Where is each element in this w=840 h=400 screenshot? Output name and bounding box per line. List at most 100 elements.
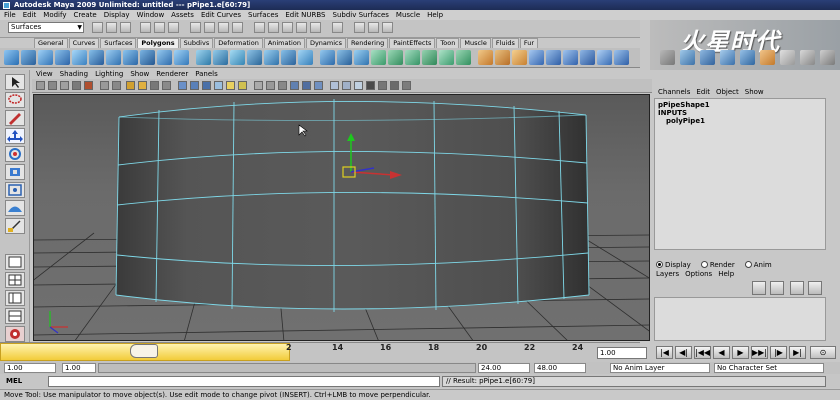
new-empty-layer-icon[interactable] bbox=[790, 281, 804, 295]
input-line-icon[interactable] bbox=[332, 22, 343, 33]
perspective-viewport[interactable] bbox=[33, 94, 650, 341]
tab-muscle[interactable]: Muscle bbox=[460, 38, 491, 48]
menu-display[interactable]: Display bbox=[104, 10, 130, 20]
select-object-icon[interactable] bbox=[154, 22, 165, 33]
tab-animation[interactable]: Animation bbox=[263, 38, 305, 48]
union-icon[interactable] bbox=[264, 50, 279, 65]
four-pane-layout-icon[interactable] bbox=[5, 272, 25, 288]
shadows-icon[interactable] bbox=[238, 81, 247, 90]
collapse-icon[interactable] bbox=[512, 50, 527, 65]
grid-toggle-icon[interactable] bbox=[84, 81, 93, 90]
xray-joints-icon[interactable] bbox=[302, 81, 311, 90]
attribute-editor-toggle-icon[interactable] bbox=[368, 22, 379, 33]
persp-graph-layout-icon[interactable] bbox=[5, 308, 25, 324]
bridge-icon[interactable] bbox=[388, 50, 403, 65]
film-gate-icon[interactable] bbox=[100, 81, 109, 90]
motion-blur-icon[interactable] bbox=[354, 81, 363, 90]
panel-menu-panels[interactable]: Panels bbox=[195, 70, 218, 79]
tab-fluids[interactable]: Fluids bbox=[491, 38, 519, 48]
anim-layer-dropdown[interactable]: No Anim Layer bbox=[610, 363, 710, 373]
viewport-extra-icon-2[interactable] bbox=[390, 81, 399, 90]
layer-mode-render[interactable]: Render bbox=[700, 261, 735, 269]
safe-title-icon[interactable] bbox=[162, 81, 171, 90]
go-to-start-icon[interactable]: |◀ bbox=[656, 346, 673, 359]
shelf-extra-icon-4[interactable] bbox=[720, 50, 735, 65]
poly-cylinder-icon[interactable] bbox=[38, 50, 53, 65]
step-forward-frame-icon[interactable]: |▶ bbox=[770, 346, 787, 359]
xray-icon[interactable] bbox=[254, 81, 263, 90]
radio-render[interactable] bbox=[700, 261, 708, 268]
single-pane-layout-icon[interactable] bbox=[5, 254, 25, 270]
cb-menu-channels[interactable]: Channels bbox=[658, 88, 690, 97]
shelf-extra-icon-7[interactable] bbox=[800, 50, 815, 65]
camera-attributes-icon[interactable] bbox=[48, 81, 57, 90]
select-camera-icon[interactable] bbox=[36, 81, 45, 90]
field-chart-icon[interactable] bbox=[138, 81, 147, 90]
cb-node-name[interactable]: pPipeShape1 bbox=[658, 101, 822, 109]
menu-edit-curves[interactable]: Edit Curves bbox=[201, 10, 241, 20]
layer-menu-layers[interactable]: Layers bbox=[656, 270, 679, 278]
new-scene-icon[interactable] bbox=[92, 22, 103, 33]
menu-help[interactable]: Help bbox=[427, 10, 443, 20]
menu-modify[interactable]: Modify bbox=[43, 10, 66, 20]
tab-surfaces[interactable]: Surfaces bbox=[100, 38, 137, 48]
tab-toon[interactable]: Toon bbox=[436, 38, 460, 48]
go-to-end-icon[interactable]: ▶| bbox=[789, 346, 806, 359]
snap-point-icon[interactable] bbox=[218, 22, 229, 33]
offset-edge-loop-icon[interactable] bbox=[456, 50, 471, 65]
xray-components-icon[interactable] bbox=[314, 81, 323, 90]
multisample-icon[interactable] bbox=[330, 81, 339, 90]
scale-tool-icon[interactable] bbox=[5, 164, 25, 180]
shelf-extra-icon-8[interactable] bbox=[820, 50, 835, 65]
shelf-extra-icon-2[interactable] bbox=[680, 50, 695, 65]
shelf-extra-icon-5[interactable] bbox=[740, 50, 755, 65]
shelf-extra-icon-6[interactable] bbox=[760, 50, 775, 65]
planar-map-icon[interactable] bbox=[546, 50, 561, 65]
tool-settings-toggle-icon[interactable] bbox=[382, 22, 393, 33]
cb-menu-edit[interactable]: Edit bbox=[696, 88, 710, 97]
soft-mod-tool-icon[interactable] bbox=[5, 200, 25, 216]
end-time-field[interactable]: 48.00 bbox=[534, 363, 586, 373]
menu-subdiv-surfaces[interactable]: Subdiv Surfaces bbox=[333, 10, 389, 20]
play-forwards-icon[interactable]: ▶ bbox=[732, 346, 749, 359]
start-time-field[interactable]: 1.00 bbox=[4, 363, 56, 373]
snap-curve-icon[interactable] bbox=[204, 22, 215, 33]
tab-deformation[interactable]: Deformation bbox=[214, 38, 263, 48]
layer-list[interactable] bbox=[654, 297, 826, 341]
menu-set-dropdown[interactable]: Surfaces ▼ bbox=[8, 22, 84, 33]
show-manipulator-icon[interactable] bbox=[5, 218, 25, 234]
sew-uv-icon[interactable] bbox=[614, 50, 629, 65]
layer-menu-help[interactable]: Help bbox=[718, 270, 734, 278]
menu-assets[interactable]: Assets bbox=[171, 10, 194, 20]
rotate-tool-icon[interactable] bbox=[5, 146, 25, 162]
shelf-extra-icon-1[interactable] bbox=[660, 50, 675, 65]
resolution-gate-icon[interactable] bbox=[112, 81, 121, 90]
hypershade-layout-icon[interactable] bbox=[5, 326, 25, 342]
extrude-icon[interactable] bbox=[371, 50, 386, 65]
render-settings-icon[interactable] bbox=[310, 22, 321, 33]
poly-cone-icon[interactable] bbox=[55, 50, 70, 65]
panel-menu-view[interactable]: View bbox=[36, 70, 53, 79]
playback-end-field[interactable]: 24.00 bbox=[478, 363, 530, 373]
radio-anim[interactable] bbox=[744, 261, 752, 268]
select-tool-icon[interactable] bbox=[5, 74, 25, 90]
textured-icon[interactable] bbox=[214, 81, 223, 90]
tab-subdivs[interactable]: Subdivs bbox=[179, 38, 214, 48]
snap-grid-icon[interactable] bbox=[190, 22, 201, 33]
panel-menu-show[interactable]: Show bbox=[130, 70, 149, 79]
step-back-key-icon[interactable]: |◀◀ bbox=[694, 346, 711, 359]
step-back-frame-icon[interactable]: ◀| bbox=[675, 346, 692, 359]
open-scene-icon[interactable] bbox=[106, 22, 117, 33]
bookmark-icon[interactable] bbox=[60, 81, 69, 90]
poly-plane-icon[interactable] bbox=[72, 50, 87, 65]
smooth-icon[interactable] bbox=[247, 50, 262, 65]
backface-culling-icon[interactable] bbox=[290, 81, 299, 90]
mel-command-input[interactable] bbox=[48, 376, 440, 387]
wireframe-on-shaded-icon[interactable] bbox=[202, 81, 211, 90]
bevel-icon[interactable] bbox=[478, 50, 493, 65]
checker-icon[interactable] bbox=[780, 50, 795, 65]
lasso-tool-icon[interactable] bbox=[5, 92, 25, 108]
safe-action-icon[interactable] bbox=[150, 81, 159, 90]
dof-icon[interactable] bbox=[366, 81, 375, 90]
step-forward-key-icon[interactable]: ▶▶| bbox=[751, 346, 768, 359]
